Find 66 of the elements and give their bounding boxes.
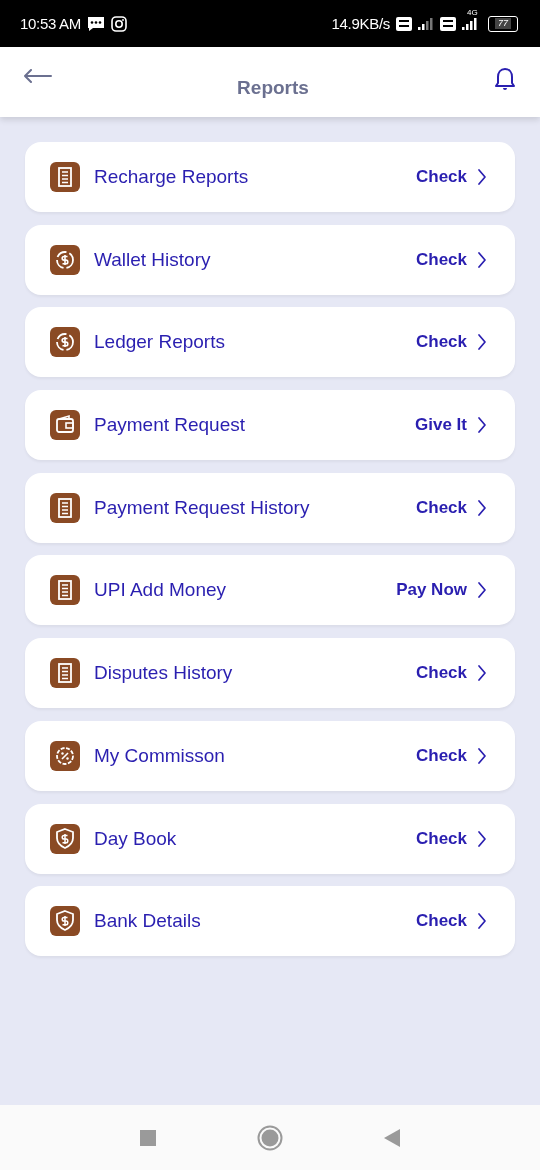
report-card[interactable]: Bank Details Check — [25, 886, 515, 957]
report-card[interactable]: Payment Request Give It — [25, 390, 515, 461]
report-card[interactable]: UPI Add Money Pay Now — [25, 555, 515, 626]
action-link[interactable]: Check — [415, 497, 487, 518]
report-label: Bank Details — [94, 910, 202, 933]
battery-level: 77 — [495, 18, 511, 29]
report-card[interactable]: Day Book Check — [25, 803, 515, 874]
back-arrow-icon[interactable] — [24, 69, 52, 83]
home-icon[interactable] — [257, 1124, 283, 1151]
shield-dollar-icon — [50, 823, 80, 854]
dollar-exchange-icon — [50, 244, 80, 275]
report-label: Recharge Reports — [94, 166, 250, 188]
action-link[interactable]: Check — [415, 167, 487, 187]
status-time: 10:53 AM — [20, 15, 81, 32]
chevron-right-icon — [477, 581, 487, 600]
report-label: Payment Request — [94, 414, 247, 437]
dollar-exchange-icon — [50, 327, 80, 358]
receipt-icon — [50, 492, 80, 523]
chevron-right-icon — [477, 829, 487, 848]
message-icon — [87, 15, 105, 32]
report-label: Payment Request History — [94, 496, 311, 519]
receipt-icon — [50, 658, 80, 689]
signal-icon — [462, 16, 478, 31]
action-link[interactable]: Pay Now — [396, 580, 487, 601]
recents-icon[interactable] — [139, 1128, 157, 1147]
chevron-right-icon — [477, 498, 487, 517]
page-title: Reports — [237, 77, 309, 99]
chevron-right-icon — [477, 333, 487, 352]
action-link[interactable]: Check — [415, 332, 487, 353]
action-link[interactable]: Check — [415, 745, 487, 766]
back-icon[interactable] — [383, 1127, 401, 1148]
shield-dollar-icon — [50, 906, 80, 937]
report-label: My Commisson — [94, 744, 226, 767]
chevron-right-icon — [477, 746, 487, 765]
chevron-right-icon — [477, 912, 487, 931]
action-link[interactable]: Check — [415, 249, 487, 270]
percent-badge-icon — [50, 740, 80, 771]
receipt-icon — [50, 162, 80, 192]
report-label: Wallet History — [94, 248, 212, 271]
receipt-icon — [50, 575, 80, 606]
report-label: Ledger Reports — [94, 331, 226, 354]
report-card[interactable]: Payment Request History Check — [25, 472, 515, 543]
chevron-right-icon — [477, 250, 487, 269]
report-label: Disputes History — [94, 662, 234, 685]
network-type: 4G — [467, 8, 478, 17]
action-link[interactable]: Check — [415, 663, 487, 684]
report-card[interactable]: Ledger Reports Check — [25, 307, 515, 378]
wallet-icon — [50, 410, 80, 441]
action-link[interactable]: Check — [415, 911, 487, 932]
report-card[interactable]: My Commisson Check — [25, 720, 515, 791]
report-label: Day Book — [94, 827, 178, 850]
report-card[interactable]: Wallet History Check — [25, 224, 515, 295]
network-speed: 14.9KB/s — [331, 15, 390, 32]
signal-icon — [418, 16, 434, 31]
volte-icon — [440, 15, 456, 32]
chevron-right-icon — [477, 168, 487, 186]
volte-icon — [396, 15, 412, 32]
report-label: UPI Add Money — [94, 579, 228, 602]
camera-icon — [111, 15, 127, 32]
chevron-right-icon — [477, 664, 487, 683]
action-link[interactable]: Give It — [415, 415, 487, 436]
action-link[interactable]: Check — [415, 828, 487, 849]
report-card[interactable]: Recharge Reports Check — [25, 142, 515, 212]
bell-icon[interactable] — [494, 67, 516, 91]
report-card[interactable]: Disputes History Check — [25, 638, 515, 709]
chevron-right-icon — [477, 416, 487, 435]
